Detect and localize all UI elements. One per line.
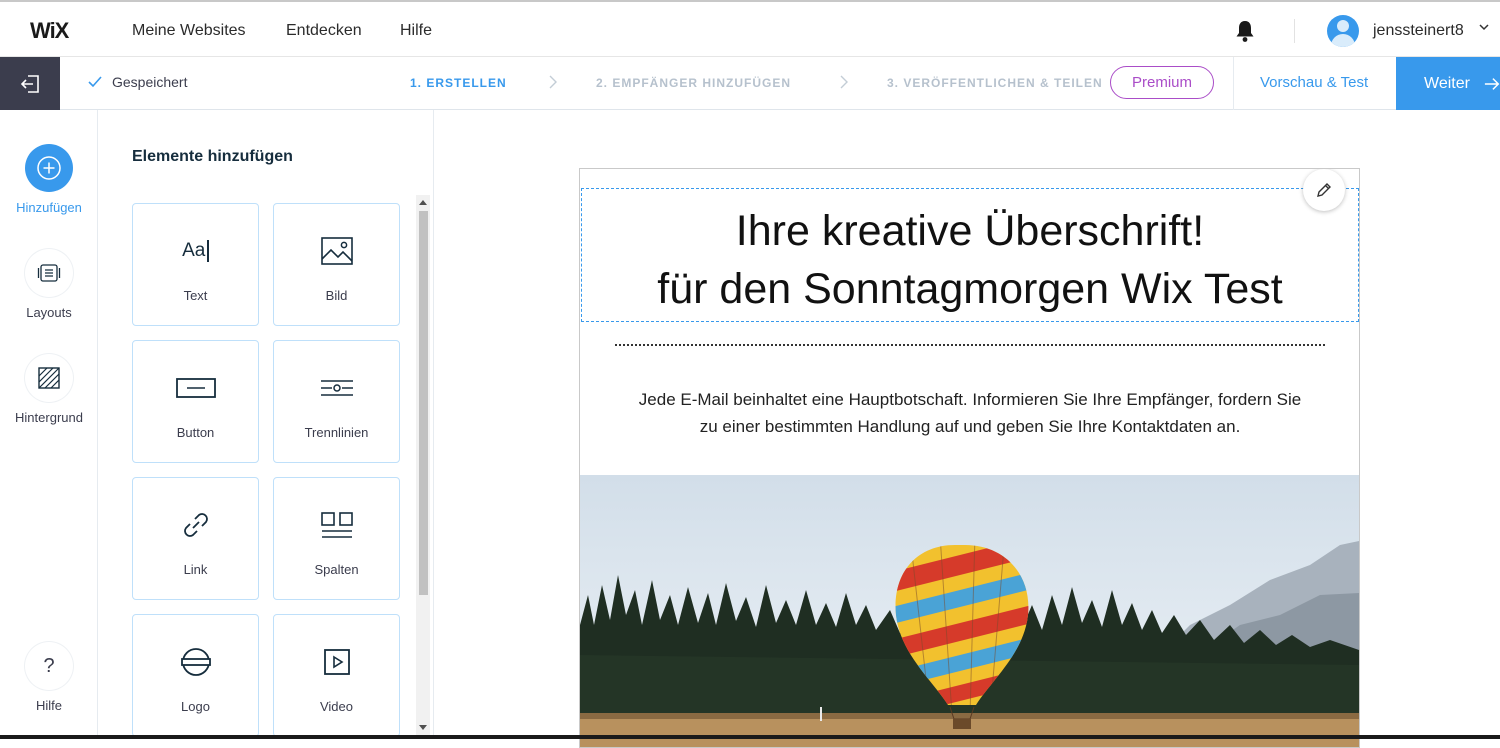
stepbar-divider [1233,57,1234,110]
step-publish-share[interactable]: 3. VERÖFFENTLICHEN & TEILEN [887,76,1103,90]
logo-icon [180,645,212,679]
chevron-down-icon[interactable] [1478,20,1490,38]
rail-item-add[interactable]: Hinzufügen [0,144,98,215]
tile-label: Text [183,288,208,303]
rail-item-help[interactable]: ? Hilfe [0,642,98,713]
link-icon [180,508,212,542]
arrow-right-icon [1484,77,1500,90]
headline-line-1: Ihre kreative Überschrift! [735,207,1205,255]
editor-step-bar: Gespeichert 1. ERSTELLEN 2. EMPFÄNGER HI… [0,57,1500,110]
username-label[interactable]: jenssteinert8 [1373,22,1464,40]
rail-label-background: Hintergrund [15,410,83,425]
chevron-right-icon [840,75,848,94]
plus-icon [25,144,73,192]
element-tile-text[interactable]: Aa Text [132,203,259,326]
button-icon [175,371,216,405]
rail-label-layouts: Layouts [26,305,72,320]
tile-label: Button [176,425,215,440]
chevron-right-icon [549,75,557,94]
element-tile-logo[interactable]: Logo [132,614,259,737]
text-icon: Aa [182,234,209,268]
nav-divider [1294,19,1295,43]
wix-logo[interactable]: WiX [30,18,69,44]
body-text-line-2: zu einer bestimmten Handlung auf und geb… [699,417,1241,436]
question-mark-icon: ? [25,642,73,690]
scroll-down-arrow-icon[interactable] [419,725,427,730]
divider-icon [319,371,355,405]
next-label: Weiter [1424,74,1470,92]
tile-label: Bild [325,288,348,303]
window-bottom-edge [0,735,1500,739]
step-create[interactable]: 1. ERSTELLEN [410,76,507,90]
headline-block[interactable]: Ihre kreative Überschrift! für den Sonnt… [581,188,1359,322]
dotted-divider[interactable] [615,344,1325,346]
tile-label: Link [183,562,208,577]
panel-scrollbar[interactable] [416,195,430,735]
tile-label: Spalten [314,562,359,577]
element-tile-dividers[interactable]: Trennlinien [273,340,400,463]
left-tool-rail: Hinzufügen Layouts Hintergrund ? Hilfe [0,110,98,739]
element-tile-button[interactable]: Button [132,340,259,463]
rail-label-add: Hinzufügen [16,200,82,215]
top-navigation-bar: WiX Meine Websites Entdecken Hilfe jenss… [0,0,1500,57]
rail-item-layouts[interactable]: Layouts [0,249,98,320]
body-text-line-1: Jede E-Mail beinhaltet eine Hauptbotscha… [638,390,1302,409]
edit-pencil-button[interactable] [1303,169,1345,211]
image-icon [320,234,353,268]
element-tile-image[interactable]: Bild [273,203,400,326]
next-button[interactable]: Weiter [1396,57,1500,110]
email-template: Ihre kreative Überschrift! für den Sonnt… [579,168,1360,748]
rail-label-help: Hilfe [35,698,62,713]
body-text-block[interactable]: Jede E-Mail beinhaltet eine Hauptbotscha… [610,386,1330,440]
columns-icon [320,508,354,542]
tile-label: Trennlinien [304,425,369,440]
element-tile-link[interactable]: Link [132,477,259,600]
checkmark-icon [88,76,102,88]
layouts-icon [25,249,73,297]
premium-button[interactable]: Premium [1110,66,1214,99]
step-add-recipients[interactable]: 2. EMPFÄNGER HINZUFÜGEN [596,76,791,90]
headline-line-2: für den Sonntagmorgen Wix Test [657,265,1283,313]
tile-label: Video [319,699,353,714]
notifications-bell-icon[interactable] [1234,19,1256,48]
scrollbar-thumb[interactable] [419,211,428,595]
saved-label: Gespeichert [112,74,188,90]
add-elements-panel: Elemente hinzufügen Aa Text Bild Button [99,110,434,739]
element-tile-video[interactable]: Video [273,614,400,737]
pencil-icon [1317,183,1331,197]
saved-status: Gespeichert [88,74,187,90]
user-avatar[interactable] [1327,15,1359,47]
exit-editor-button[interactable] [0,57,60,110]
rail-item-background[interactable]: Hintergrund [0,354,98,425]
nav-link-help[interactable]: Hilfe [400,22,432,40]
panel-title: Elemente hinzufügen [132,148,293,165]
nav-link-explore[interactable]: Entdecken [286,22,362,40]
background-icon [25,354,73,402]
hot-air-balloon-image[interactable] [580,475,1359,747]
exit-icon [20,74,39,93]
element-tile-columns[interactable]: Spalten [273,477,400,600]
editor-canvas: Ihre kreative Überschrift! für den Sonnt… [435,110,1500,748]
scroll-up-arrow-icon[interactable] [419,200,427,205]
video-icon [323,645,351,679]
nav-link-my-websites[interactable]: Meine Websites [132,22,246,40]
tile-label: Logo [181,699,210,714]
preview-test-button[interactable]: Vorschau & Test [1260,74,1368,91]
